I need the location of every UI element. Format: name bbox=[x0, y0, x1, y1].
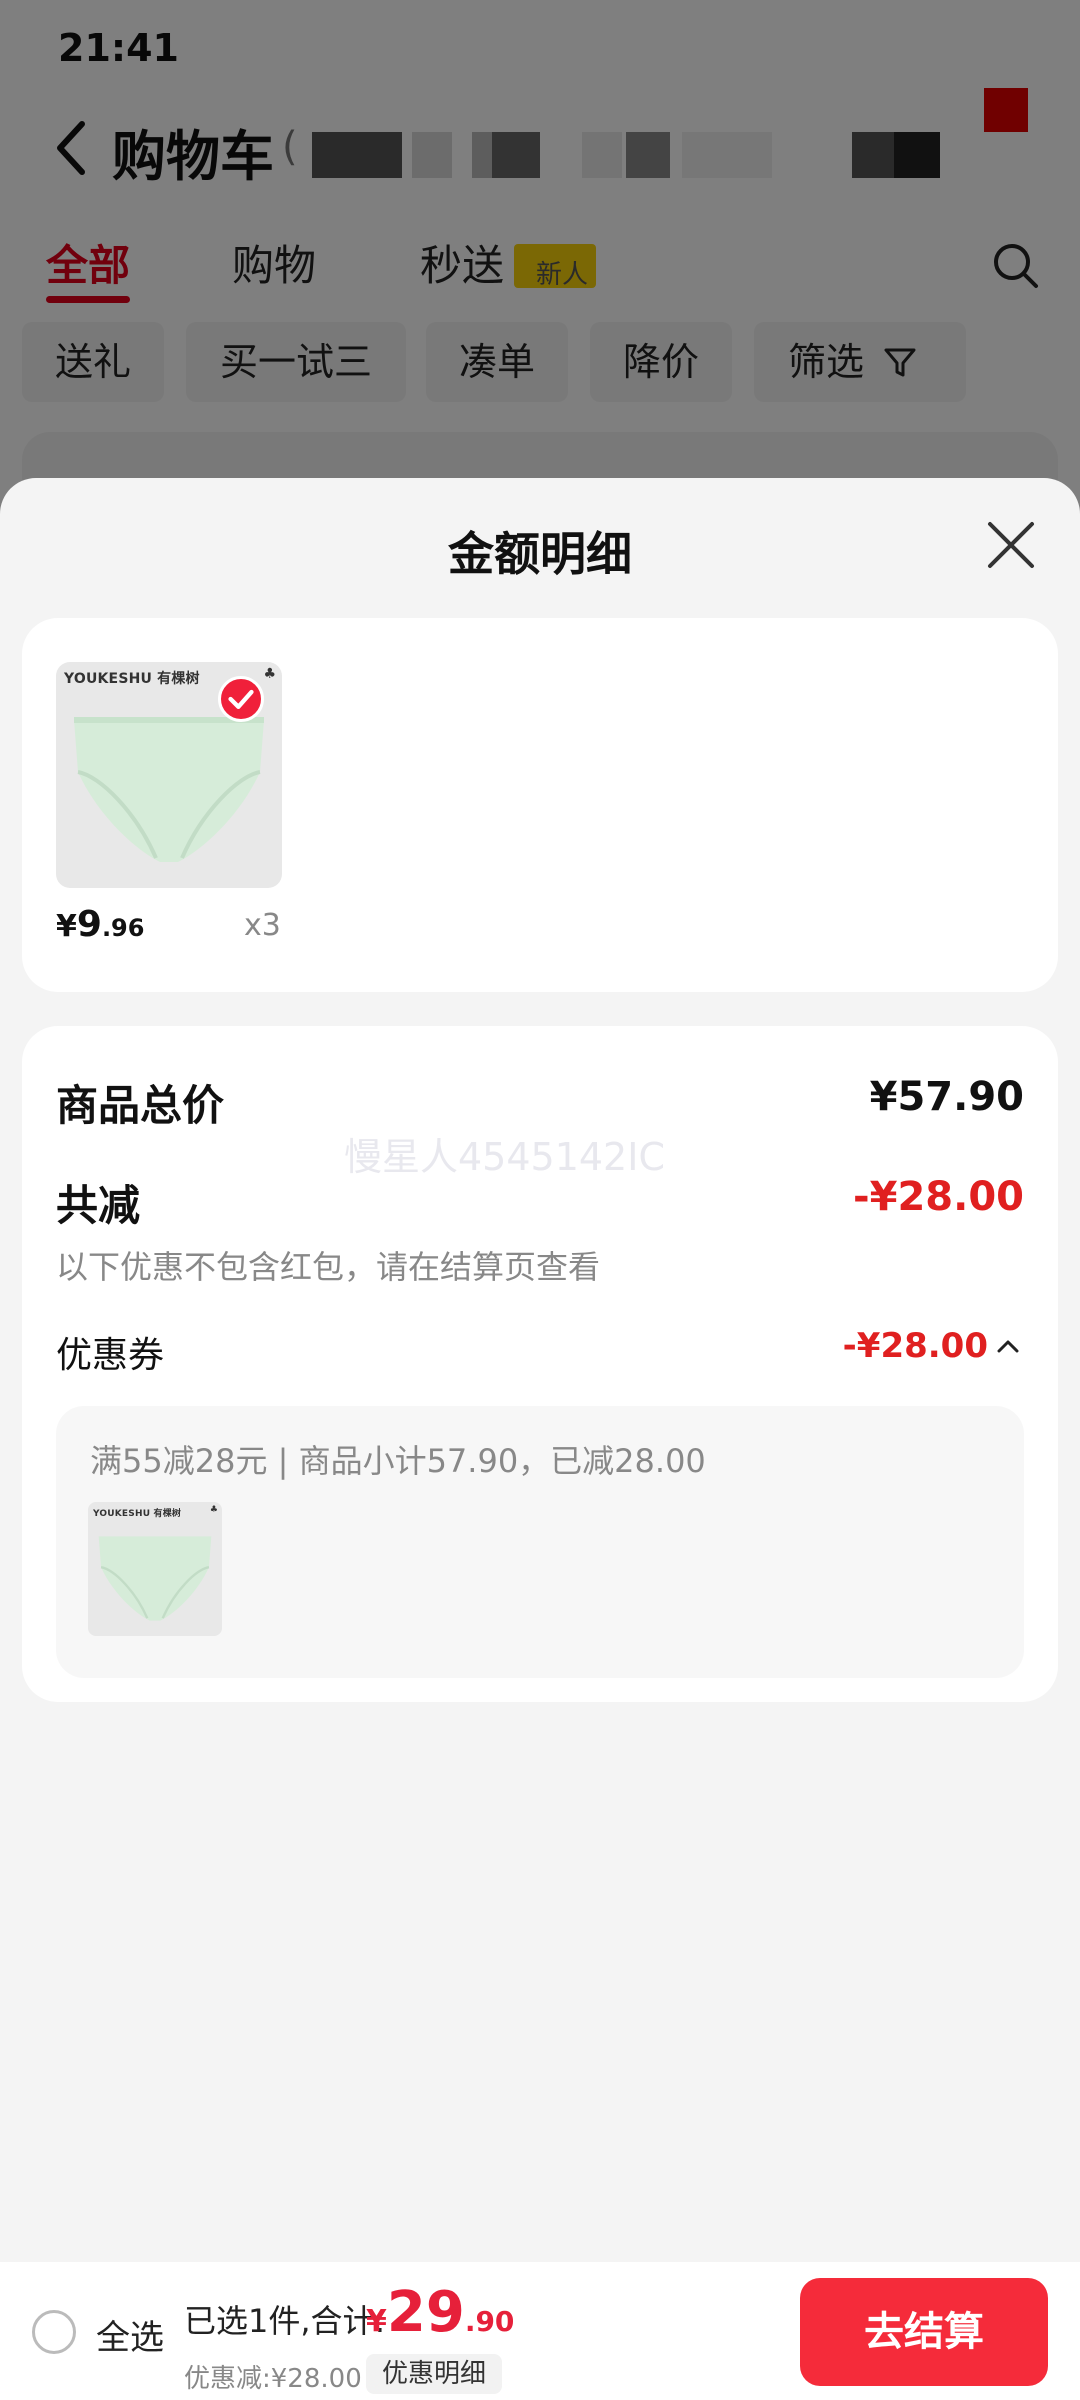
product-price-dec: .96 bbox=[101, 914, 145, 942]
product-card: YOUKESHU 有棵树 ♣ ¥9.96 x3 bbox=[22, 618, 1058, 992]
underwear-illustration bbox=[98, 1536, 212, 1621]
discount-detail-button[interactable]: 优惠明细 bbox=[366, 2354, 503, 2394]
coupon-detail-box: 满55减28元 | 商品小计57.90，已减28.00 YOUKESHU 有棵树… bbox=[56, 1406, 1024, 1678]
coupon-product-image: YOUKESHU 有棵树 ♣ bbox=[88, 1502, 222, 1636]
discount-summary: 优惠减:¥28.00 bbox=[184, 2364, 362, 2394]
coupon-value[interactable]: -¥28.00 bbox=[843, 1326, 988, 1366]
price-summary-card: 商品总价 ¥57.90 慢星人4545142IC 共减 -¥28.00 以下优惠… bbox=[22, 1026, 1058, 1702]
total-price-value: ¥57.90 bbox=[869, 1074, 1024, 1120]
price-detail-sheet: 金额明细 YOUKESHU 有棵树 ♣ ¥9.96 x3 商品总价 ¥57.90… bbox=[0, 478, 1080, 2400]
cart-total-price: ¥29.90 bbox=[366, 2280, 514, 2345]
watermark: 慢星人4545142IC bbox=[344, 1135, 665, 1179]
selected-check-icon[interactable] bbox=[218, 676, 264, 722]
total-reduce-value: -¥28.00 bbox=[853, 1174, 1024, 1220]
reduce-note: 以下优惠不包含红包，请在结算页查看 bbox=[56, 1248, 601, 1286]
checkout-button[interactable]: 去结算 bbox=[800, 2278, 1048, 2386]
select-all-label[interactable]: 全选 bbox=[96, 2310, 164, 2359]
cart-total-currency: ¥ bbox=[366, 2304, 387, 2339]
product-quantity: x3 bbox=[244, 908, 281, 943]
product-price: ¥9.96 bbox=[56, 904, 144, 945]
sheet-title: 金额明细 bbox=[448, 527, 632, 581]
cart-total-int: 29 bbox=[386, 2280, 465, 2345]
product-price-int: 9 bbox=[76, 904, 102, 945]
product-price-currency: ¥ bbox=[56, 909, 77, 944]
coupon-label: 优惠券 bbox=[56, 1335, 165, 1376]
select-all-checkbox[interactable] bbox=[32, 2310, 76, 2354]
selected-count: 已选1件,合计: bbox=[184, 2302, 386, 2340]
chevron-up-icon[interactable] bbox=[996, 1338, 1020, 1354]
checkout-bar: 全选 已选1件,合计: ¥29.90 优惠减:¥28.00 优惠明细 去结算 bbox=[0, 2262, 1080, 2400]
coupon-description: 满55减28元 | 商品小计57.90，已减28.00 bbox=[90, 1442, 706, 1480]
close-icon[interactable] bbox=[986, 520, 1036, 570]
total-price-label: 商品总价 bbox=[56, 1081, 225, 1130]
total-reduce-label: 共减 bbox=[56, 1181, 141, 1230]
cart-total-dec: .90 bbox=[464, 2305, 515, 2338]
